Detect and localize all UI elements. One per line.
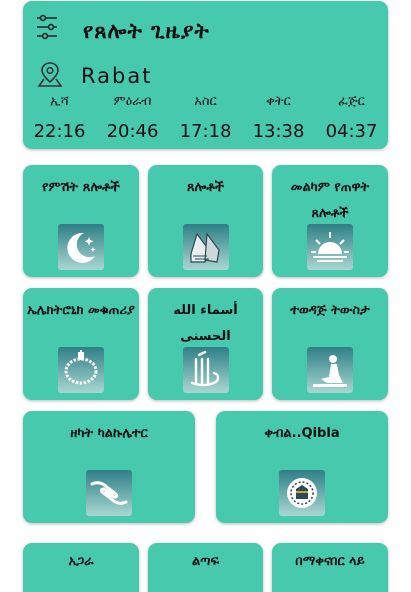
tile-label: ዘካት ካልኩሌተር (70, 426, 148, 441)
person-praying-icon (307, 347, 353, 393)
evening-prayers-tile[interactable]: የምሽት ጸሎቶች (23, 165, 139, 277)
prayer-time-fajr: 04:37 (325, 121, 378, 142)
names-of-allah-tile[interactable]: أسماء الله الحسنى (148, 288, 263, 400)
giving-hands-icon (86, 470, 132, 516)
tile-label: ጸሎቶች (186, 180, 225, 195)
tile-label: ተወዳጅ ትውስታ (290, 303, 370, 318)
qibla-tile[interactable]: ቀብል..Qibla (216, 411, 388, 523)
prayer-time-maghrib: 20:46 (106, 121, 159, 142)
city-name: Rabat (81, 64, 153, 88)
prayers-tile[interactable]: ጸሎቶች (148, 165, 263, 277)
button-label: አጋራ (68, 554, 94, 569)
settings-sliders-icon[interactable] (36, 14, 58, 40)
prayer-times-card: የጸሎት ጊዜያት Rabat ኢሻ ምዕራብ አስር ቀትር ፈጅር 22:1… (23, 1, 388, 149)
qibla-compass-icon (279, 470, 325, 516)
share-button[interactable]: አጋራ (23, 543, 139, 592)
button-label: ልጣፍ (191, 554, 220, 569)
allah-calligraphy-icon (182, 347, 229, 393)
sunrise-icon (307, 224, 353, 270)
prayer-time-dhuhr: 13:38 (252, 121, 305, 142)
button-label: በማቀናበር ላይ (295, 554, 365, 569)
prayer-name-dhuhr: ቀትር (266, 94, 291, 109)
wallpaper-button[interactable]: ልጣፍ (148, 543, 263, 592)
moon-stars-icon (58, 224, 104, 270)
tile-label: ኤሌክትሮኒክ መቁጠሪያ (27, 303, 135, 318)
praying-hands-icon (182, 224, 229, 270)
prayer-name-maghrib: ምዕራብ (113, 94, 152, 109)
tile-label: ቀብል..Qibla (264, 426, 340, 441)
zakat-calculator-tile[interactable]: ዘካት ካልኩሌተር (23, 411, 195, 523)
settings-button[interactable]: በማቀናበር ላይ (272, 543, 388, 592)
electronic-counter-tile[interactable]: ኤሌክትሮኒክ መቁጠሪያ (23, 288, 139, 400)
prayer-time-isha: 22:16 (33, 121, 86, 142)
favorite-remembrance-tile[interactable]: ተወዳጅ ትውስታ (272, 288, 388, 400)
tile-label: መልካም የጠዋት ጸሎቶች (290, 180, 370, 221)
tile-label: የምሽት ጸሎቶች (42, 180, 120, 195)
prayer-name-isha: ኢሻ (50, 94, 69, 109)
prayer-time-asr: 17:18 (179, 121, 232, 142)
prayer-name-fajr: ፈጅር (338, 94, 365, 109)
prayer-times-row: 22:16 20:46 17:18 13:38 04:37 (23, 121, 388, 142)
morning-prayers-tile[interactable]: መልካም የጠዋት ጸሎቶች (272, 165, 388, 277)
prayer-names-row: ኢሻ ምዕራብ አስር ቀትር ፈጅር (23, 94, 388, 109)
location-pin-icon (37, 62, 63, 87)
prayer-beads-icon (58, 347, 104, 393)
tile-label: أسماء الله الحسنى (173, 303, 238, 344)
page-title: የጸሎት ጊዜያት (83, 19, 210, 43)
prayer-name-asr: አስር (194, 94, 217, 109)
